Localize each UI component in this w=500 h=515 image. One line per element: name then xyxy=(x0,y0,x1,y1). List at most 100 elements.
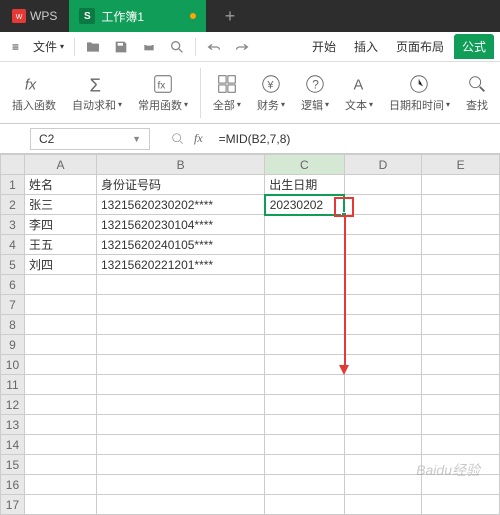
datetime-button[interactable]: 日期和时间▾ xyxy=(381,69,458,117)
col-header-e[interactable]: E xyxy=(422,155,500,175)
cell[interactable] xyxy=(422,175,500,195)
cell[interactable]: 李四 xyxy=(24,215,96,235)
row-header[interactable]: 5 xyxy=(1,255,25,275)
cell[interactable] xyxy=(96,355,264,375)
cell[interactable] xyxy=(422,195,500,215)
zoom-icon[interactable] xyxy=(170,131,186,147)
common-functions-button[interactable]: fx 常用函数▾ xyxy=(130,69,196,117)
row-header[interactable]: 6 xyxy=(1,275,25,295)
cell[interactable]: 13215620240105**** xyxy=(96,235,264,255)
cell[interactable]: 出生日期 xyxy=(265,175,344,195)
cell[interactable] xyxy=(422,375,500,395)
cell[interactable] xyxy=(265,375,344,395)
row-header[interactable]: 4 xyxy=(1,235,25,255)
cell[interactable]: 王五 xyxy=(24,235,96,255)
col-header-b[interactable]: B xyxy=(96,155,264,175)
cell[interactable] xyxy=(24,375,96,395)
cell[interactable] xyxy=(344,215,422,235)
col-header-a[interactable]: A xyxy=(24,155,96,175)
cell[interactable] xyxy=(344,335,422,355)
cell[interactable] xyxy=(24,495,96,515)
open-button[interactable] xyxy=(79,35,107,59)
cell[interactable] xyxy=(24,275,96,295)
financial-button[interactable]: ¥ 财务▾ xyxy=(249,69,293,117)
cell[interactable] xyxy=(344,235,422,255)
cell[interactable] xyxy=(265,335,344,355)
active-cell[interactable]: 20230202 xyxy=(265,195,344,215)
text-button[interactable]: A 文本▾ xyxy=(337,69,381,117)
cell[interactable] xyxy=(422,495,500,515)
cell[interactable] xyxy=(422,215,500,235)
cell[interactable] xyxy=(96,375,264,395)
cell[interactable] xyxy=(265,395,344,415)
cell[interactable] xyxy=(344,355,422,375)
insert-function-button[interactable]: fx 插入函数 xyxy=(4,69,64,117)
cell[interactable] xyxy=(24,435,96,455)
cell[interactable] xyxy=(344,395,422,415)
cell[interactable] xyxy=(344,275,422,295)
row-header[interactable]: 15 xyxy=(1,455,25,475)
tab-layout[interactable]: 页面布局 xyxy=(388,34,452,59)
col-header-d[interactable]: D xyxy=(344,155,422,175)
cell[interactable] xyxy=(422,295,500,315)
col-header-c[interactable]: C xyxy=(265,155,344,175)
cell[interactable] xyxy=(422,315,500,335)
logical-button[interactable]: ? 逻辑▾ xyxy=(293,69,337,117)
cell[interactable] xyxy=(344,435,422,455)
document-tab[interactable]: S 工作簿1 xyxy=(69,0,206,32)
cell[interactable] xyxy=(422,355,500,375)
row-header[interactable]: 12 xyxy=(1,395,25,415)
cell[interactable] xyxy=(422,235,500,255)
hamburger-menu[interactable]: ≡ xyxy=(6,36,25,58)
cell[interactable] xyxy=(422,335,500,355)
cell[interactable] xyxy=(24,415,96,435)
cell[interactable] xyxy=(344,415,422,435)
print-button[interactable] xyxy=(135,35,163,59)
file-menu[interactable]: 文件▾ xyxy=(27,34,70,59)
cell[interactable] xyxy=(24,315,96,335)
row-header[interactable]: 14 xyxy=(1,435,25,455)
row-header[interactable]: 16 xyxy=(1,475,25,495)
cell[interactable] xyxy=(24,335,96,355)
cell[interactable] xyxy=(265,455,344,475)
formula-input[interactable]: =MID(B2,7,8) xyxy=(211,132,291,146)
tab-insert[interactable]: 插入 xyxy=(346,34,386,59)
row-header[interactable]: 3 xyxy=(1,215,25,235)
cell[interactable] xyxy=(96,475,264,495)
cell[interactable] xyxy=(422,255,500,275)
row-header[interactable]: 1 xyxy=(1,175,25,195)
all-functions-button[interactable]: 全部▾ xyxy=(205,69,249,117)
cell[interactable] xyxy=(24,455,96,475)
cell[interactable] xyxy=(344,195,422,215)
tab-start[interactable]: 开始 xyxy=(304,34,344,59)
cell[interactable] xyxy=(96,275,264,295)
select-all-corner[interactable] xyxy=(1,155,25,175)
cell[interactable]: 13215620230104**** xyxy=(96,215,264,235)
autosum-button[interactable]: Σ 自动求和▾ xyxy=(64,69,130,117)
cell[interactable]: 13215620221201**** xyxy=(96,255,264,275)
cell[interactable] xyxy=(96,435,264,455)
cell[interactable] xyxy=(265,235,344,255)
row-header[interactable]: 8 xyxy=(1,315,25,335)
name-box[interactable]: C2 ▼ xyxy=(30,128,150,150)
cell[interactable] xyxy=(344,315,422,335)
cell[interactable] xyxy=(422,275,500,295)
cell[interactable] xyxy=(265,435,344,455)
row-header[interactable]: 2 xyxy=(1,195,25,215)
preview-button[interactable] xyxy=(163,35,191,59)
cell[interactable] xyxy=(96,295,264,315)
cell[interactable] xyxy=(24,395,96,415)
lookup-button[interactable]: 查找 xyxy=(458,69,496,117)
cell[interactable] xyxy=(422,435,500,455)
row-header[interactable]: 9 xyxy=(1,335,25,355)
cell[interactable]: 刘四 xyxy=(24,255,96,275)
cell[interactable] xyxy=(344,375,422,395)
cell[interactable] xyxy=(24,355,96,375)
cell[interactable] xyxy=(265,495,344,515)
cell[interactable] xyxy=(344,295,422,315)
cell[interactable] xyxy=(24,475,96,495)
cell[interactable] xyxy=(96,455,264,475)
cell[interactable] xyxy=(344,455,422,475)
cell[interactable]: 13215620230202**** xyxy=(96,195,264,215)
cell[interactable] xyxy=(344,495,422,515)
